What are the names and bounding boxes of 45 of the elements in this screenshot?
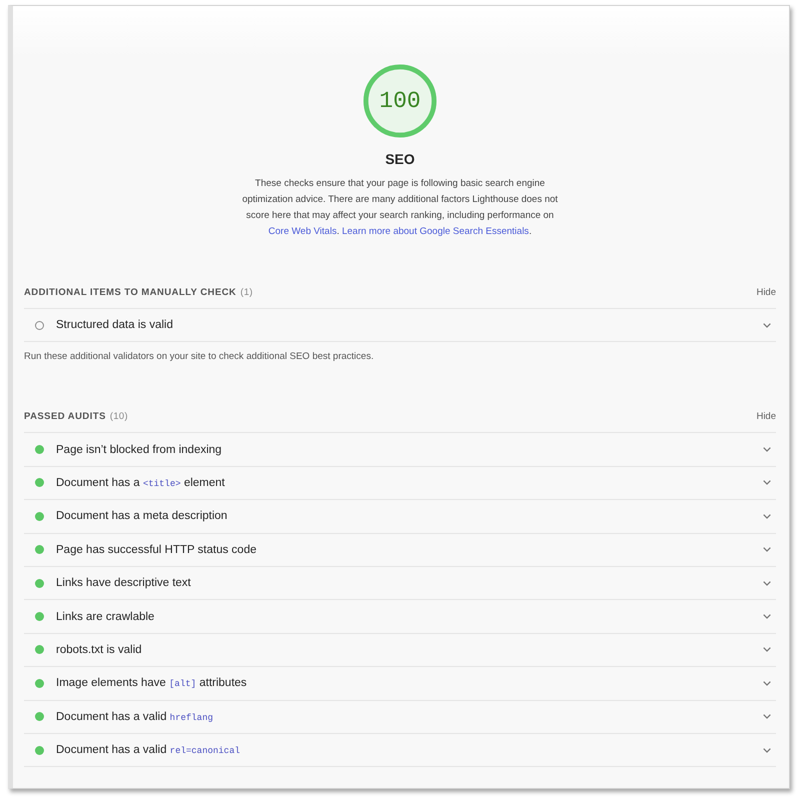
- description-link[interactable]: Core Web Vitals: [268, 226, 337, 237]
- status-dot-icon: [35, 545, 44, 554]
- section-count: (1): [240, 286, 253, 298]
- audit-title[interactable]: robots.txt is valid: [56, 644, 142, 656]
- status-dot-icon: [35, 645, 44, 654]
- audit-title[interactable]: Structured data is valid: [56, 319, 173, 332]
- chevron-icon[interactable]: [763, 322, 771, 328]
- section-heading: ADDITIONAL ITEMS TO MANUALLY CHECK: [24, 286, 236, 298]
- chevron-icon[interactable]: [763, 514, 771, 519]
- chevron-icon[interactable]: [763, 748, 771, 753]
- status-dot-icon: [35, 478, 44, 488]
- status-dot-icon: [35, 746, 44, 755]
- chevron-icon[interactable]: [763, 580, 771, 586]
- audit-title[interactable]: Image elements have [alt] attributes: [56, 677, 247, 690]
- audit-title[interactable]: Document has a valid rel=canonical: [56, 744, 240, 756]
- audit-title[interactable]: Links are crawlable: [56, 610, 154, 623]
- status-dot-icon: [35, 678, 44, 688]
- status-dot-icon: [35, 512, 44, 521]
- audit-title[interactable]: Page has successful HTTP status code: [56, 544, 256, 556]
- hide-button[interactable]: Hide: [756, 286, 776, 298]
- status-dot-icon: [35, 712, 44, 722]
- chevron-icon[interactable]: [763, 647, 771, 652]
- score-value: 100: [379, 88, 421, 114]
- chevron-icon[interactable]: [763, 447, 771, 452]
- description-link[interactable]: Learn more about Google Search Essentials: [342, 226, 529, 237]
- chevron-icon[interactable]: [763, 480, 771, 486]
- status-dot-icon: [35, 612, 44, 622]
- audit-title[interactable]: Document has a meta description: [56, 510, 228, 522]
- category-title: SEO: [385, 150, 415, 168]
- audit-title[interactable]: Document has a <title> element: [56, 476, 225, 489]
- audit-title[interactable]: Document has a valid hreflang: [56, 710, 214, 723]
- section-note: Run these additional validators on your site to check additional SEO best practices.: [24, 350, 375, 364]
- chevron-icon[interactable]: [763, 614, 771, 620]
- section-heading: PASSED AUDITS: [24, 410, 106, 422]
- status-dot-icon: [35, 578, 44, 588]
- chevron-icon[interactable]: [763, 680, 771, 686]
- status-dot-icon: [35, 445, 44, 454]
- audit-title[interactable]: Page isn’t blocked from indexing: [56, 444, 222, 456]
- hollow-circle-icon: [35, 320, 44, 330]
- audit-title[interactable]: Links have descriptive text: [56, 577, 191, 590]
- hide-button[interactable]: Hide: [756, 410, 776, 422]
- category-description: These checks ensure that your page is following basic search engine optimization advice. There are many additional factors Lighthouse does not score here that may affect your search ranking, including performance on Core Web Vitals. Learn more about Google Search Essentials.: [241, 177, 559, 239]
- section-count: (10): [110, 410, 128, 422]
- chevron-icon[interactable]: [763, 547, 771, 552]
- chevron-icon[interactable]: [763, 714, 771, 720]
